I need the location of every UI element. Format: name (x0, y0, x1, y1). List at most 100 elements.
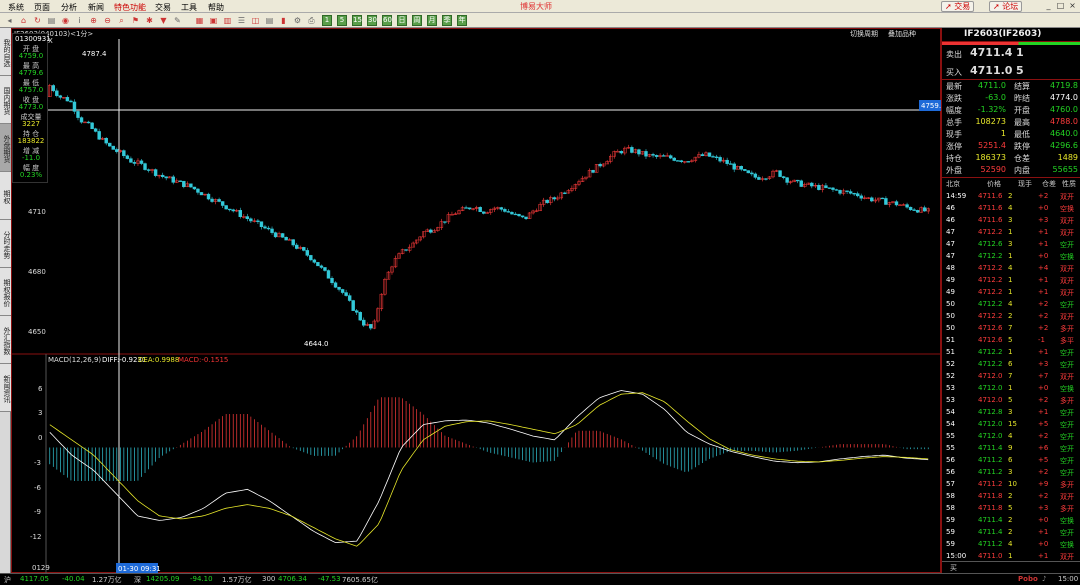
info-icon[interactable]: i (74, 15, 85, 26)
header-price: 价格 (987, 180, 1001, 188)
macd-histogram (49, 397, 929, 481)
tab-option-quotes[interactable]: 期权报价 (0, 268, 11, 316)
volume-icon[interactable]: ♪ (1042, 575, 1046, 583)
tick-volume: 2 (1008, 492, 1013, 500)
quote-panel: IF2603(IF2603) 卖出 4711.4 1 买入 4711.0 5 最… (941, 28, 1080, 573)
menu-analysis[interactable]: 分析 (61, 2, 77, 13)
zoom-in-icon[interactable]: ⊕ (88, 15, 99, 26)
split-icon[interactable]: ◫ (250, 15, 261, 26)
tick-row: 59 4711.4 2 +1 空开 (942, 527, 1080, 539)
settings-icon[interactable]: ⚙ (292, 15, 303, 26)
tab-watchlist[interactable]: 我的自选 (0, 28, 11, 76)
tab-options[interactable]: 期权 (0, 172, 11, 220)
tick-nature: 双开 (1060, 313, 1074, 321)
period-button-30[interactable]: 30 (367, 15, 377, 26)
overlay-link[interactable]: 叠加品种 (888, 29, 916, 38)
zoom-out-icon[interactable]: ⊖ (102, 15, 113, 26)
draw-icon[interactable]: ✎ (172, 15, 183, 26)
candle-body (284, 237, 288, 241)
window-icon[interactable]: ▣ (208, 15, 219, 26)
candle-body (93, 128, 98, 132)
macd-dea: DEA:0.9988 (138, 356, 179, 364)
tick-nature: 双开 (1060, 493, 1074, 501)
candle-body (259, 221, 264, 228)
tick-time: 55 (946, 444, 955, 452)
menu-features[interactable]: 特色功能 (114, 2, 146, 13)
tick-price: 4712.0 (978, 384, 1003, 392)
grid-icon[interactable]: ▦ (194, 15, 205, 26)
bar-chart-icon[interactable]: ▮ (278, 15, 289, 26)
open-value: 4759.0 (18, 52, 44, 60)
candle-body (76, 111, 80, 118)
tick-row: 47 4712.6 3 +1 空开 (942, 239, 1080, 251)
layout-icon[interactable]: ▥ (222, 15, 233, 26)
tab-forex[interactable]: 外汇指数 (0, 316, 11, 364)
tick-row: 51 4712.2 1 +1 空开 (942, 347, 1080, 359)
candle-body (778, 170, 782, 177)
buy-footer[interactable]: 买 (950, 563, 957, 573)
period-button-5[interactable]: 5 (337, 15, 347, 26)
tick-volume: 4 (1008, 264, 1013, 272)
period-button-quarter[interactable]: 季 (442, 15, 452, 26)
menu-system[interactable]: 系统 (8, 2, 24, 13)
list-icon[interactable]: ☰ (236, 15, 247, 26)
period-button-day[interactable]: 日 (397, 15, 407, 26)
quote-value-right: 4640.0 (1050, 129, 1078, 138)
candle-body (58, 95, 63, 98)
tab-intraday[interactable]: 分时走势 (0, 220, 11, 268)
refresh-icon[interactable]: ↻ (32, 15, 43, 26)
candle-body (630, 147, 634, 153)
switch-period-link[interactable]: 切换周期 (850, 29, 878, 38)
indicator-icon[interactable]: ✱ (144, 15, 155, 26)
forum-button[interactable]: ➚ 论坛 (989, 1, 1023, 12)
maximize-icon[interactable]: □ (1055, 1, 1066, 11)
period-button-60[interactable]: 60 (382, 15, 392, 26)
menu-tools[interactable]: 工具 (181, 2, 197, 13)
menu-page[interactable]: 页面 (34, 2, 50, 13)
candle-body (838, 190, 842, 194)
candle-body (139, 160, 144, 164)
tab-news[interactable]: 新闻资讯 (0, 364, 11, 412)
period-button-week[interactable]: 周 (412, 15, 422, 26)
tick-nature: 空开 (1060, 529, 1074, 537)
sell-price[interactable]: 4711.4 (970, 46, 1012, 59)
menu-trade[interactable]: 交易 (155, 2, 171, 13)
tab-foreign-futures[interactable]: 外盘期货 (0, 124, 11, 172)
close-icon[interactable]: × (1067, 1, 1078, 11)
tab-domestic-futures[interactable]: 国内期货 (0, 76, 11, 124)
period-button-15[interactable]: 15 (352, 15, 362, 26)
minimize-icon[interactable]: _ (1043, 1, 1054, 11)
tick-time: 56 (946, 456, 955, 464)
candle-body (443, 221, 447, 223)
candle-body (404, 249, 408, 251)
period-button-month[interactable]: 月 (427, 15, 437, 26)
period-button-year[interactable]: 年 (457, 15, 467, 26)
tick-row: 47 4712.2 1 +1 双开 (942, 227, 1080, 239)
ticks-header: 北京 价格 现手 仓差 性质 (942, 178, 1080, 190)
quote-label-right: 最高 (1014, 118, 1030, 127)
tick-volume: 1 (1008, 276, 1013, 284)
candle-body (711, 156, 715, 158)
period-button-1[interactable]: 1 (322, 15, 332, 26)
tile-icon[interactable]: ▤ (264, 15, 275, 26)
candle-body (644, 151, 648, 157)
trade-button[interactable]: ➚ 交易 (941, 1, 975, 12)
print-icon[interactable]: ⎙ (306, 15, 317, 26)
alert-icon[interactable]: ⚑ (130, 15, 141, 26)
macd-title: MACD(12,26,9) (48, 356, 101, 364)
candle-body (273, 232, 278, 238)
menu-help[interactable]: 帮助 (208, 2, 224, 13)
chart-icon[interactable]: ◉ (60, 15, 71, 26)
home-icon[interactable]: ⌂ (18, 15, 29, 26)
back-icon[interactable]: ◂ (4, 15, 15, 26)
kline-chart-area[interactable]: IF2603(040103)<1分> 切换周期 叠加品种 X 4759.0 47… (11, 28, 946, 574)
tick-nature: 空换 (1060, 517, 1074, 525)
buy-price[interactable]: 4711.0 (970, 64, 1012, 77)
search-icon[interactable]: ⌕ (116, 15, 127, 26)
filter-icon[interactable]: ▼ (158, 15, 169, 26)
menu-bar: 系统 页面 分析 新闻 特色功能 交易 工具 帮助 博易大师 ➚ 交易 ➚ 论坛… (0, 0, 1080, 13)
data-window-time: 01300931 (15, 35, 51, 43)
tick-nature: 空开 (1060, 361, 1074, 369)
menu-news[interactable]: 新闻 (88, 2, 104, 13)
quote-icon[interactable]: ▤ (46, 15, 57, 26)
